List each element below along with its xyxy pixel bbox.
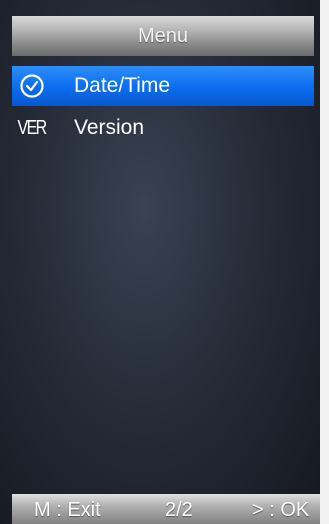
- status-bar: M : Exit 2/2 > : OK: [12, 494, 320, 524]
- device-screen: Menu Date/Time VER Version M : Exit 2/2 …: [0, 0, 320, 524]
- exit-hint: M : Exit: [34, 499, 101, 521]
- page-indicator: 2/2: [165, 499, 193, 521]
- ok-hint: > : OK: [252, 499, 310, 521]
- screen-edge: [320, 0, 329, 524]
- menu-item-version[interactable]: VER Version: [12, 108, 314, 148]
- menu-item-label: Date/Time: [74, 74, 171, 97]
- menu-item-date-time[interactable]: Date/Time: [12, 66, 314, 106]
- clock-icon: [12, 66, 52, 106]
- version-icon: VER: [17, 116, 48, 139]
- menu-item-label: Version: [74, 116, 145, 139]
- menu-title: Menu: [12, 16, 314, 56]
